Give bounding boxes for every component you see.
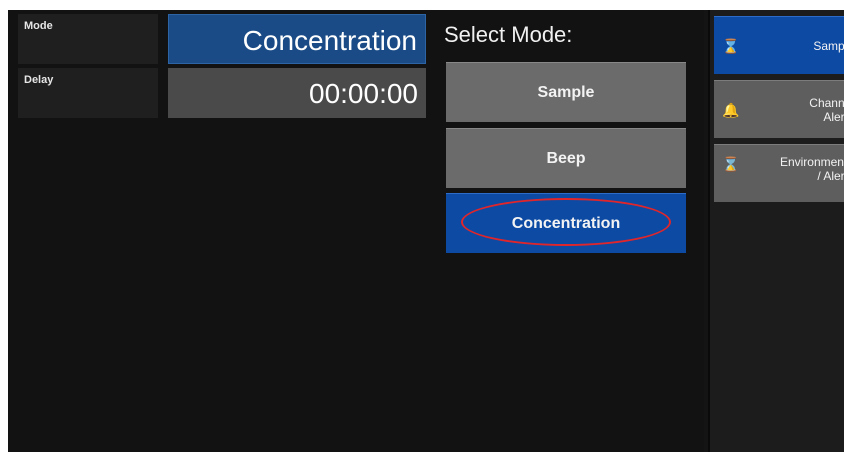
mode-label: Mode <box>18 14 158 64</box>
sidebar-item-env-line1: Environmenta <box>779 155 844 169</box>
bell-icon: 🔔 <box>722 102 740 118</box>
hourglass-icon: ⌛ <box>722 156 740 172</box>
sidebar-item-sample-line1: Sample <box>813 39 844 53</box>
sidebar-item-channel-line1: Channel <box>809 96 844 110</box>
mode-option-sample-button[interactable]: Sample <box>446 62 686 122</box>
sidebar-item-label: Channel Alerts <box>744 81 844 139</box>
sidebar: ⌛ Sample 🔔 Channel Alerts ⌛ Environmenta… <box>708 10 844 452</box>
mode-field-row: Mode Concentration <box>18 14 426 64</box>
sidebar-item-sample[interactable]: ⌛ Sample <box>714 16 844 74</box>
sidebar-item-channel-alerts[interactable]: 🔔 Channel Alerts <box>714 80 844 138</box>
sidebar-item-label: Environmenta / Alerts <box>744 145 844 203</box>
sidebar-item-env-line2: / Alerts <box>817 169 844 183</box>
sidebar-item-label: Sample <box>744 17 844 75</box>
mode-value-field[interactable]: Concentration <box>168 14 426 64</box>
main-panel: Mode Concentration Delay 00:00:00 Select… <box>8 10 704 452</box>
delay-value-field[interactable]: 00:00:00 <box>168 68 426 118</box>
select-mode-title: Select Mode: <box>444 22 573 47</box>
sidebar-item-environmental-alerts[interactable]: ⌛ Environmenta / Alerts <box>714 144 844 202</box>
mode-option-concentration-button[interactable]: Concentration <box>446 193 686 253</box>
mode-option-beep-button[interactable]: Beep <box>446 128 686 188</box>
sidebar-item-channel-line2: Alerts <box>823 110 844 124</box>
device-screen: Mode Concentration Delay 00:00:00 Select… <box>8 10 844 452</box>
hourglass-icon: ⌛ <box>722 38 740 54</box>
delay-field-row: Delay 00:00:00 <box>18 68 426 118</box>
delay-label: Delay <box>18 68 158 118</box>
